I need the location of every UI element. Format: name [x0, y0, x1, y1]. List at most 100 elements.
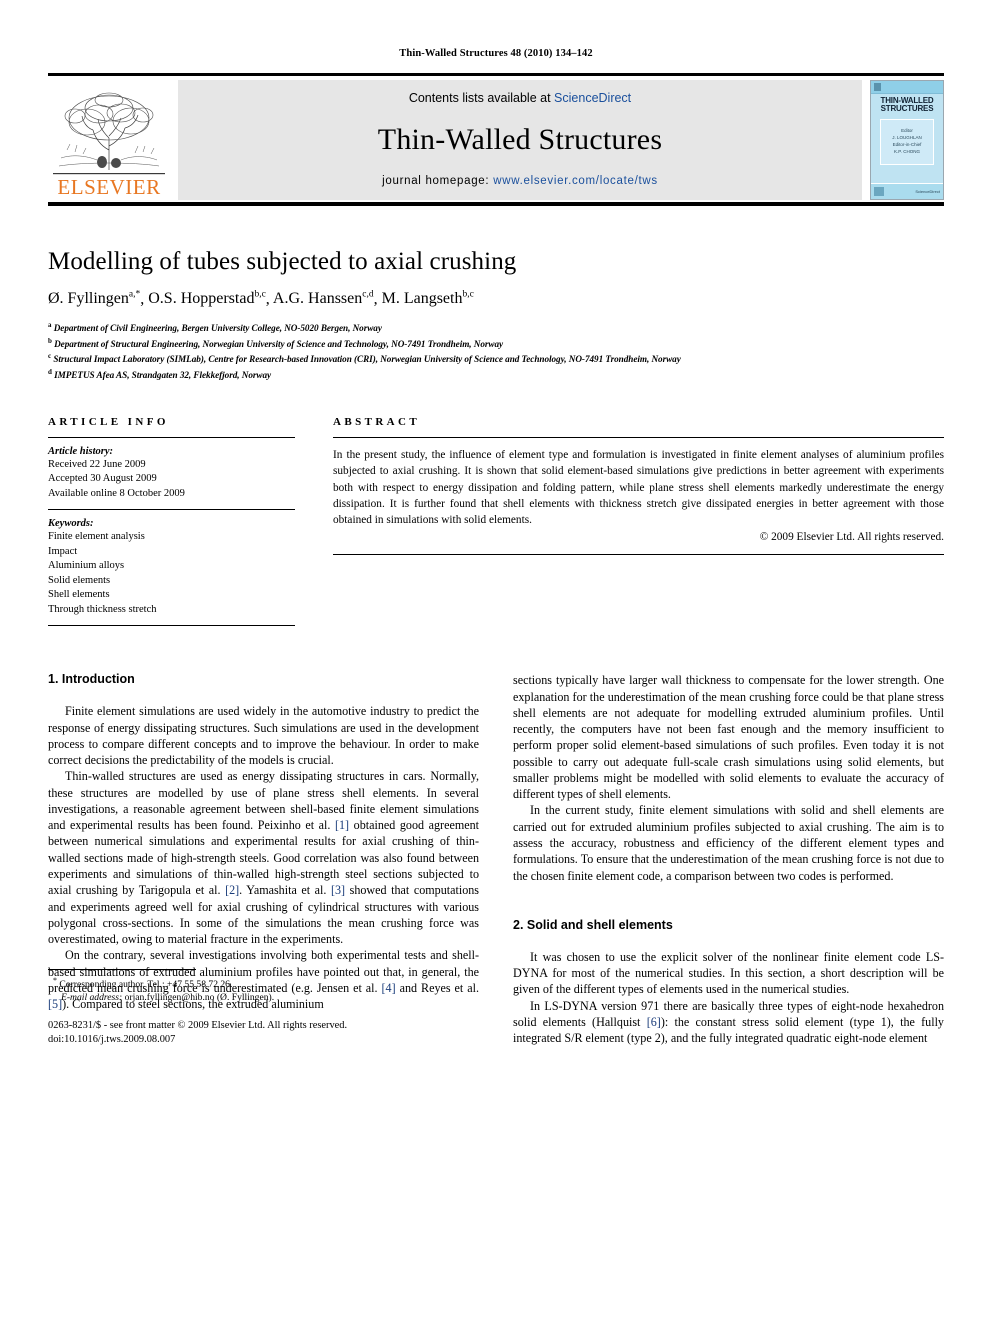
journal-cover-thumbnail: THIN-WALLED STRUCTURES Editor J. LOUGHLA…	[870, 80, 944, 200]
cover-top-strip	[871, 81, 943, 94]
cover-title: THIN-WALLED STRUCTURES	[880, 96, 934, 114]
citation-ref-6[interactable]: [6]	[647, 1015, 661, 1029]
email-label: E-mail address:	[61, 992, 123, 1004]
abstract-text: In the present study, the influence of e…	[333, 448, 944, 527]
keyword-item: Finite element analysis	[48, 531, 145, 543]
intro-paragraph-2: Thin-walled structures are used as energ…	[48, 768, 479, 947]
elsevier-tree-icon	[53, 88, 165, 176]
journal-masthead: ELSEVIER Contents lists available at Sci…	[48, 80, 944, 200]
affiliation-item: b Department of Structural Engineering, …	[48, 336, 944, 351]
elsevier-wordmark: ELSEVIER	[57, 175, 161, 199]
right-column: sections typically have larger wall thic…	[513, 672, 944, 1046]
citation-ref-3[interactable]: [3]	[331, 883, 345, 897]
journal-homepage-line: journal homepage: www.elsevier.com/locat…	[382, 175, 658, 187]
journal-homepage-link[interactable]: www.elsevier.com/locate/tws	[493, 175, 658, 187]
author-marks: b,c	[462, 290, 474, 300]
citation-ref-2[interactable]: [2]	[225, 883, 239, 897]
abstract-heading: ABSTRACT	[333, 415, 421, 428]
footnote-rule	[48, 969, 196, 971]
author-marks: b,c	[254, 290, 266, 300]
article-history-received: Received 22 June 2009	[48, 458, 146, 470]
cover-image-window: Editor J. LOUGHLAN Editor-in-Chief K.P. …	[880, 118, 934, 165]
affiliation-mark: a	[48, 321, 52, 330]
running-head: Thin-Walled Structures 48 (2010) 134–142	[399, 48, 593, 59]
abstract-column: ABSTRACT In the present study, the influ…	[333, 416, 944, 626]
homepage-prefix: journal homepage:	[382, 175, 490, 187]
affiliation-item: c Structural Impact Laboratory (SIMLab),…	[48, 351, 944, 366]
affiliation-text: Department of Civil Engineering, Bergen …	[53, 323, 382, 334]
affiliation-mark: c	[48, 352, 52, 361]
contents-available-line: Contents lists available at ScienceDirec…	[409, 91, 631, 105]
page-title: Modelling of tubes subjected to axial cr…	[48, 248, 517, 275]
author-list: Ø. Fyllingena,*, O.S. Hopperstadb,c, A.G…	[48, 290, 944, 308]
solid-paragraph-2: In LS-DYNA version 971 there are basical…	[513, 998, 944, 1047]
cover-title-line2: STRUCTURES	[880, 104, 934, 114]
keyword-item: Through thickness stretch	[48, 603, 157, 615]
cover-chief-label: Editor-in-Chief	[892, 141, 922, 147]
author-name: A.G. Hanssen	[272, 290, 363, 308]
affiliation-mark: b	[48, 336, 52, 345]
article-history-accepted: Accepted 30 August 2009	[48, 473, 157, 485]
cover-editor-name: J. LOUGHLAN	[892, 135, 922, 141]
affiliation-text: IMPETUS Afea AS, Strandgaten 32, Flekkef…	[54, 369, 272, 380]
intro-p2-part-c: . Yamashita et al.	[239, 883, 331, 898]
doi-line[interactable]: doi:10.1016/j.tws.2009.08.007	[48, 1033, 479, 1047]
keyword-item: Impact	[48, 545, 78, 557]
author-sep: ,	[265, 290, 273, 308]
masthead-top-rule	[48, 73, 944, 76]
keyword-item: Aluminium alloys	[48, 560, 125, 572]
solid-paragraph-1: It was chosen to use the explicit solver…	[513, 949, 944, 997]
keywords-group: Keywords: Finite element analysis Impact…	[48, 510, 295, 625]
corresponding-author-note: * Corresponding author. Tel.: +47 55 58 …	[48, 976, 479, 992]
article-info-rule-bottom	[48, 625, 295, 627]
section-heading-solid-shell: 2. Solid and shell elements	[513, 917, 673, 932]
keyword-item: Shell elements	[48, 589, 110, 601]
intro-paragraph-5: In the current study, finite element sim…	[513, 803, 944, 883]
elsevier-logo: ELSEVIER	[48, 80, 170, 200]
section-heading-introduction: 1. Introduction	[48, 672, 135, 687]
cover-footer: ScienceDirect	[871, 183, 943, 199]
cover-footer-text: ScienceDirect	[915, 189, 940, 194]
sciencedirect-link[interactable]: ScienceDirect	[554, 91, 631, 105]
author-name: Ø. Fyllingen	[48, 290, 129, 308]
body-columns: 1. Introduction Finite element simulatio…	[48, 672, 944, 1046]
keywords-label: Keywords:	[48, 518, 94, 530]
author: M. Langsethb,c	[382, 290, 474, 307]
journal-title: Thin-Walled Structures	[377, 123, 663, 156]
email-address[interactable]: orjan.fyllingen@hib.no (Ø. Fyllingen).	[125, 992, 275, 1003]
author-sep: ,	[373, 290, 382, 308]
article-info-column: ARTICLE INFO Article history: Received 2…	[48, 415, 295, 627]
cover-barcode-icon	[874, 187, 884, 196]
affiliation-mark: d	[48, 367, 52, 376]
abstract-rule-bottom	[333, 554, 944, 556]
contents-prefix: Contents lists available at	[408, 91, 551, 105]
affiliation-text: Department of Structural Engineering, No…	[54, 338, 504, 349]
issn-line: 0263-8231/$ - see front matter © 2009 El…	[48, 1020, 348, 1032]
intro-paragraph-1: Finite element simulations are used wide…	[48, 704, 479, 768]
article-history-group: Article history: Received 22 June 2009 A…	[48, 438, 295, 509]
affiliation-item: a Department of Civil Engineering, Berge…	[48, 320, 944, 335]
affiliation-list: a Department of Civil Engineering, Berge…	[48, 320, 944, 382]
cover-editor-label: Editor	[901, 128, 913, 134]
article-history-online: Available online 8 October 2009	[48, 487, 185, 499]
cover-logo-icon	[874, 83, 881, 91]
author-marks: c,d	[362, 290, 374, 300]
abstract-copyright: © 2009 Elsevier Ltd. All rights reserved…	[759, 530, 944, 543]
article-page: Thin-Walled Structures 48 (2010) 134–142	[0, 0, 992, 1323]
info-abstract-block: ARTICLE INFO Article history: Received 2…	[48, 415, 944, 627]
author: A.G. Hanssenc,d	[273, 290, 374, 307]
article-info-heading: ARTICLE INFO	[48, 415, 169, 428]
author-name: O.S. Hopperstad	[148, 290, 255, 308]
keyword-item: Solid elements	[48, 574, 111, 586]
corresponding-author-text: Corresponding author. Tel.: +47 55 58 72…	[59, 979, 233, 991]
author-name: M. Langseth	[381, 290, 463, 308]
left-column: 1. Introduction Finite element simulatio…	[48, 672, 479, 1046]
affiliation-text: Structural Impact Laboratory (SIMLab), C…	[53, 354, 681, 365]
article-history-label: Article history:	[48, 445, 114, 457]
email-note: E-mail address: orjan.fyllingen@hib.no (…	[48, 992, 479, 1005]
citation-ref-1[interactable]: [1]	[335, 818, 349, 832]
affiliation-item: d IMPETUS Afea AS, Strandgaten 32, Flekk…	[48, 367, 944, 382]
intro-paragraph-4: sections typically have larger wall thic…	[513, 673, 944, 802]
author-marks: a,*	[128, 290, 141, 300]
title-block: Modelling of tubes subjected to axial cr…	[48, 206, 944, 382]
